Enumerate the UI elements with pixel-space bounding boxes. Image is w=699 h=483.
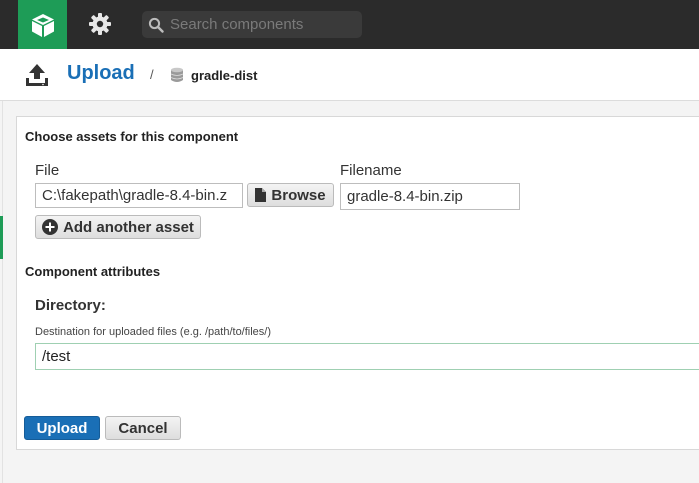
top-bar <box>0 0 699 49</box>
browse-mode-button[interactable] <box>18 0 67 49</box>
add-asset-button[interactable]: Add another asset <box>35 215 201 239</box>
browse-button[interactable]: Browse <box>247 183 334 207</box>
add-asset-label: Add another asset <box>63 218 194 236</box>
directory-label: Directory: <box>35 297 106 314</box>
search-icon <box>148 17 164 33</box>
browse-button-label: Browse <box>271 186 326 204</box>
page-header: Upload / gradle-dist <box>0 49 699 101</box>
upload-icon <box>26 64 48 86</box>
file-path-field[interactable] <box>35 183 243 208</box>
breadcrumb-repository[interactable]: gradle-dist <box>191 68 257 83</box>
upload-button[interactable]: Upload <box>24 416 100 440</box>
cancel-button-label: Cancel <box>118 419 168 437</box>
sidebar-active-indicator <box>0 216 3 259</box>
plus-circle-icon <box>42 219 59 235</box>
directory-help-text: Destination for uploaded files (e.g. /pa… <box>35 326 272 338</box>
upload-form: Choose assets for this component File Br… <box>16 116 699 450</box>
page-title: Upload <box>67 62 135 84</box>
attributes-section-title: Component attributes <box>25 264 161 279</box>
directory-field[interactable] <box>35 343 699 370</box>
gear-icon <box>89 13 111 35</box>
sidebar-edge <box>2 101 3 483</box>
upload-button-label: Upload <box>36 419 88 437</box>
filename-label: Filename <box>340 162 402 179</box>
search-input[interactable] <box>170 16 350 33</box>
filename-field[interactable] <box>340 183 520 210</box>
breadcrumb-separator: / <box>150 67 154 82</box>
search-box[interactable] <box>142 11 362 38</box>
file-label: File <box>35 162 60 179</box>
assets-section-title: Choose assets for this component <box>25 129 239 144</box>
database-icon <box>170 67 184 82</box>
cancel-button[interactable]: Cancel <box>105 416 181 440</box>
file-icon <box>255 188 267 202</box>
settings-button[interactable] <box>85 9 115 39</box>
cube-icon <box>31 13 54 37</box>
